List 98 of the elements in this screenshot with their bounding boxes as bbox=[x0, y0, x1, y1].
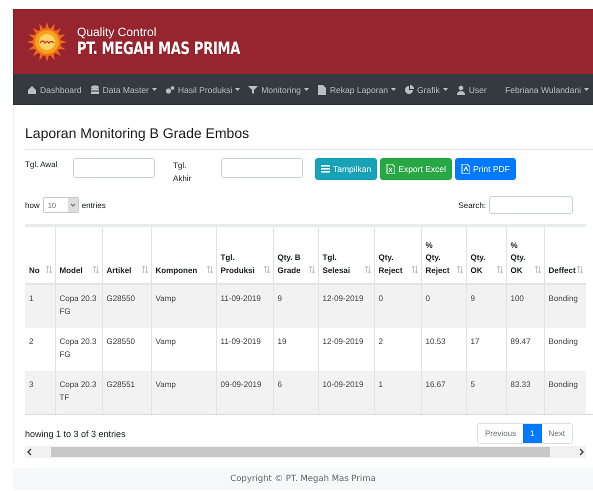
action-button[interactable]: Print PDF bbox=[455, 158, 516, 180]
table-cell: 83.33 bbox=[510, 380, 531, 389]
nav-menu-item[interactable]: Febriana Wulandani bbox=[505, 84, 589, 94]
entries-info: howing 1 to 3 of 3 entries bbox=[25, 428, 126, 438]
nav-menu-item[interactable]: Rekap Laporan bbox=[316, 84, 396, 94]
sort-icon bbox=[576, 266, 582, 273]
spreadsheet-file-icon bbox=[386, 164, 396, 174]
column-header[interactable]: Model bbox=[60, 264, 83, 277]
table-cell: Copa 20.3 FG bbox=[60, 337, 96, 359]
table-cell: Bonding bbox=[548, 337, 578, 346]
table-cell: G28551 bbox=[106, 380, 135, 389]
sort-icon bbox=[412, 266, 418, 273]
table-cell: 9 bbox=[470, 294, 475, 303]
table-cell: 9 bbox=[278, 294, 282, 303]
pie-chart-icon bbox=[404, 84, 414, 94]
copyright-text: Copyright © PT. Megah Mas Prima bbox=[230, 474, 376, 484]
pdf-file-icon bbox=[461, 164, 470, 174]
column-header[interactable]: Tgl. Produksi bbox=[220, 252, 255, 277]
pagination-button[interactable]: Previous bbox=[478, 424, 524, 443]
date-field[interactable] bbox=[73, 158, 155, 178]
table-cell: G28550 bbox=[106, 337, 135, 346]
table-cell: 10.53 bbox=[426, 337, 446, 346]
table-cell: 16.67 bbox=[426, 380, 446, 389]
table-cell: 89.47 bbox=[510, 337, 531, 346]
table-cell: Bonding bbox=[548, 380, 578, 389]
sort-icon bbox=[534, 266, 540, 273]
table-cell: 17 bbox=[470, 337, 480, 346]
table-cell: 11-09-2019 bbox=[220, 294, 261, 303]
table-cell: 5 bbox=[470, 380, 475, 389]
table-cell: 100 bbox=[510, 294, 524, 303]
column-header[interactable]: Qty. OK bbox=[470, 252, 486, 277]
horizontal-scrollbar[interactable] bbox=[25, 446, 586, 458]
nav-menu-item[interactable]: Dashboard bbox=[27, 84, 82, 94]
column-header[interactable]: Komponen bbox=[156, 264, 198, 277]
table-cell: 10-09-2019 bbox=[322, 380, 364, 389]
sort-icon bbox=[264, 266, 270, 273]
sort-icon bbox=[92, 266, 98, 273]
company-name: PT. MEGAH MAS PRIMA bbox=[77, 38, 240, 58]
length-label: how bbox=[25, 200, 40, 210]
user-icon bbox=[456, 84, 466, 94]
column-header[interactable]: Qty. Reject bbox=[378, 252, 403, 277]
table-cell: 12-09-2019 bbox=[322, 294, 364, 303]
column-header[interactable]: Qty. B Grade bbox=[278, 252, 301, 277]
table-cell: 12-09-2019 bbox=[322, 337, 364, 346]
nav-menu-item[interactable]: Grafik bbox=[404, 84, 448, 94]
field-label: Tgl. Akhir bbox=[173, 160, 192, 185]
list-icon bbox=[321, 164, 330, 174]
length-label: entries bbox=[82, 200, 106, 210]
sort-icon bbox=[206, 266, 212, 273]
column-header[interactable]: Deffect bbox=[548, 264, 576, 277]
table-cell: 11-09-2019 bbox=[220, 337, 261, 346]
pagination-button[interactable]: 1 bbox=[523, 424, 542, 443]
sort-icon bbox=[364, 266, 370, 273]
action-button[interactable]: Export Excel bbox=[380, 158, 452, 180]
table-cell: 1 bbox=[29, 294, 34, 303]
column-header[interactable]: Artikel bbox=[106, 264, 132, 277]
column-header[interactable]: % Qty. Reject bbox=[426, 240, 450, 277]
gears-icon bbox=[164, 84, 175, 94]
house-icon bbox=[27, 84, 37, 94]
table-cell: G28550 bbox=[106, 294, 135, 303]
table-cell: Copa 20.3 TF bbox=[60, 380, 96, 402]
nav-menu-item[interactable]: Monitoring bbox=[248, 84, 309, 94]
column-header[interactable]: Tgl. Selesai bbox=[322, 252, 350, 277]
table-cell: 09-09-2019 bbox=[220, 380, 262, 389]
nav-menu-item[interactable]: Hasil Produksi bbox=[164, 84, 240, 94]
nav-menu-item[interactable]: User bbox=[456, 84, 487, 94]
date-field[interactable] bbox=[221, 158, 303, 178]
page-title: Laporan Monitoring B Grade Embos bbox=[25, 125, 593, 150]
sort-icon bbox=[496, 266, 502, 273]
sort-icon bbox=[308, 266, 314, 273]
table-cell: 1 bbox=[378, 380, 383, 389]
table-cell: 6 bbox=[278, 380, 282, 389]
sort-icon bbox=[46, 266, 52, 273]
column-header[interactable]: No bbox=[29, 264, 40, 277]
table-cell: 0 bbox=[378, 294, 383, 303]
nav-menu-item[interactable]: Data Master bbox=[90, 84, 157, 94]
pagination-button[interactable]: Next bbox=[542, 424, 572, 443]
sort-icon bbox=[456, 266, 462, 273]
search-label: Search: bbox=[458, 200, 486, 210]
table-cell: 19 bbox=[278, 337, 286, 346]
document-icon bbox=[316, 84, 327, 94]
table-cell: Bonding bbox=[548, 294, 578, 303]
table-cell: Vamp bbox=[156, 337, 176, 346]
table-cell: 0 bbox=[426, 294, 430, 303]
chevron-down-icon bbox=[68, 198, 78, 212]
search-field[interactable] bbox=[489, 196, 573, 214]
table-cell: 2 bbox=[29, 337, 34, 346]
table-cell: Vamp bbox=[156, 380, 176, 389]
table-cell: 2 bbox=[378, 337, 383, 346]
table-cell: 3 bbox=[29, 380, 34, 389]
table-cell: Vamp bbox=[156, 294, 176, 303]
app-subtitle: Quality Control bbox=[77, 24, 158, 38]
table-cell: Copa 20.3 FG bbox=[60, 294, 96, 316]
database-icon bbox=[90, 84, 100, 94]
filter-icon bbox=[248, 84, 258, 94]
field-label: Tgl. Awal bbox=[25, 159, 58, 169]
sort-icon bbox=[142, 266, 148, 273]
column-header[interactable]: % Qty. OK bbox=[510, 240, 526, 277]
